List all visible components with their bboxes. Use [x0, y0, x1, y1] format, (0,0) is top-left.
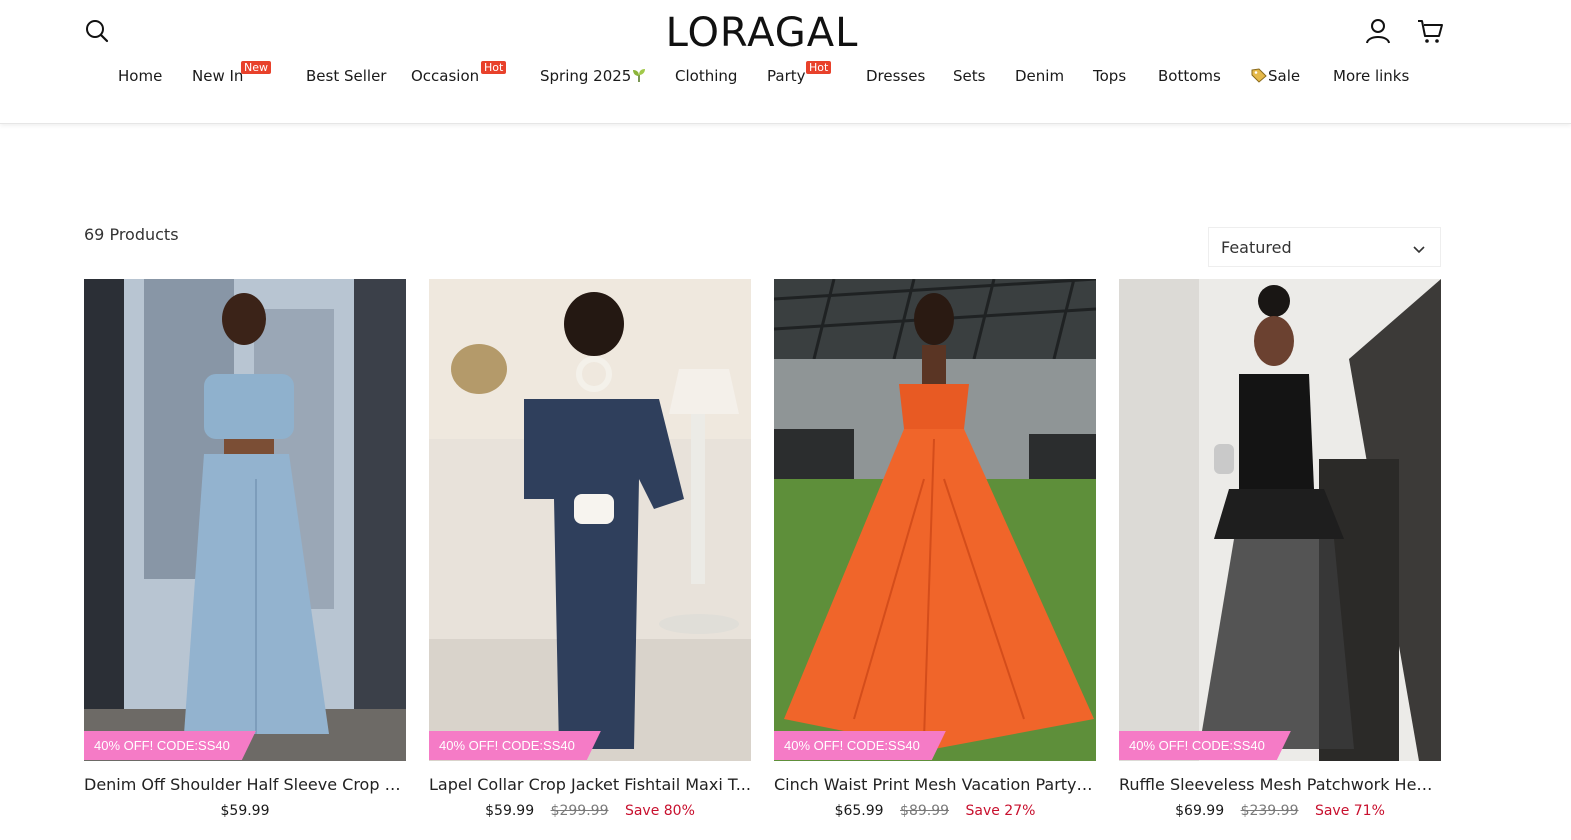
chevron-down-icon [1412, 241, 1426, 255]
product-card[interactable]: 40% OFF! CODE:SS40 Lapel Collar Crop Jac… [429, 279, 751, 840]
product-price-row: $69.99 $239.99 Save 71% [1119, 803, 1441, 819]
user-icon[interactable] [1364, 17, 1392, 45]
nav-item-occasion[interactable]: Occasion Hot [411, 61, 507, 86]
nav-item-label: Denim [1015, 67, 1065, 85]
cart-icon[interactable] [1416, 17, 1444, 45]
product-save: Save 71% [1314, 803, 1385, 819]
nav-item-label: Party [767, 67, 806, 85]
product-title[interactable]: Cinch Waist Print Mesh Vacation Party ..… [774, 775, 1096, 794]
product-card[interactable]: 40% OFF! CODE:SS40 Ruffle Sleeveless Mes… [1119, 279, 1441, 840]
product-count: 69 Products [84, 225, 179, 244]
promo-badge: 40% OFF! CODE:SS40 [84, 731, 256, 760]
nav-item-label: Tops [1093, 67, 1127, 85]
product-save: Save 27% [965, 803, 1036, 819]
nav-item-dresses[interactable]: Dresses [866, 66, 925, 86]
nav-item-sets[interactable]: Sets [953, 66, 985, 86]
product-image[interactable]: 40% OFF! CODE:SS40 [84, 279, 406, 761]
nav-item-new-in[interactable]: New In New [192, 61, 271, 86]
nav-item-label: Bottoms [1158, 67, 1221, 85]
product-title[interactable]: Lapel Collar Crop Jacket Fishtail Maxi T… [429, 775, 751, 794]
nav-item-bottoms[interactable]: Bottoms [1158, 66, 1221, 86]
product-compare-price: $299.99 [550, 803, 609, 819]
product-save: Save 80% [624, 803, 695, 819]
product-price: $59.99 [220, 803, 270, 819]
product-compare-price: $89.99 [900, 803, 950, 819]
main-nav: Home New In New Best Seller Occasion Hot S… [0, 61, 1571, 90]
product-compare-price: $239.99 [1240, 803, 1299, 819]
product-title[interactable]: Ruffle Sleeveless Mesh Patchwork Hem ... [1119, 775, 1441, 794]
product-title[interactable]: Denim Off Shoulder Half Sleeve Crop T... [84, 775, 406, 794]
product-image[interactable]: 40% OFF! CODE:SS40 [429, 279, 751, 761]
nav-item-sale[interactable]: Sale [1250, 66, 1300, 86]
sprout-icon [631, 69, 647, 85]
product-price-row: $65.99 $89.99 Save 27% [774, 803, 1096, 819]
search-icon[interactable] [84, 18, 110, 44]
nav-item-label: Occasion [411, 67, 480, 85]
nav-item-label: Spring 2025 [540, 67, 632, 85]
new-badge: New [241, 61, 271, 74]
nav-item-party[interactable]: Party Hot [767, 61, 832, 86]
tag-icon [1250, 67, 1268, 85]
nav-item-clothing[interactable]: Clothing [675, 66, 737, 86]
promo-badge: 40% OFF! CODE:SS40 [1119, 731, 1291, 760]
nav-item-label: Sale [1268, 67, 1301, 85]
product-price: $69.99 [1175, 803, 1225, 819]
nav-item-label: Best Seller [306, 67, 387, 85]
hot-badge: Hot [481, 61, 507, 74]
nav-item-label: Clothing [675, 67, 738, 85]
product-price-row: $59.99 [84, 803, 406, 819]
nav-item-label: New In [192, 67, 244, 85]
nav-item-tops[interactable]: Tops [1093, 66, 1126, 86]
product-price: $65.99 [834, 803, 884, 819]
nav-item-best-seller[interactable]: Best Seller [306, 66, 386, 86]
nav-item-denim[interactable]: Denim [1015, 66, 1064, 86]
sort-selected-value: Featured [1221, 238, 1292, 257]
product-image[interactable]: 40% OFF! CODE:SS40 [1119, 279, 1441, 761]
product-price-row: $59.99 $299.99 Save 80% [429, 803, 751, 819]
product-image[interactable]: 40% OFF! CODE:SS40 [774, 279, 1096, 761]
nav-item-spring-2025[interactable]: Spring 2025 [540, 66, 647, 88]
nav-item-more-links[interactable]: More links [1333, 66, 1409, 86]
nav-item-label: Dresses [866, 67, 926, 85]
hot-badge: Hot [806, 61, 832, 74]
sort-select[interactable]: Featured [1208, 227, 1441, 267]
product-card[interactable]: 40% OFF! CODE:SS40 Denim Off Shoulder Ha… [84, 279, 406, 840]
promo-badge: 40% OFF! CODE:SS40 [774, 731, 946, 760]
product-price: $59.99 [485, 803, 535, 819]
site-header: LORAGAL Home New In New Best Seller Occas… [0, 0, 1571, 124]
nav-item-label: Home [118, 67, 163, 85]
product-card[interactable]: 40% OFF! CODE:SS40 Cinch Waist Print Mes… [774, 279, 1096, 840]
promo-badge: 40% OFF! CODE:SS40 [429, 731, 601, 760]
nav-item-label: More links [1333, 67, 1410, 85]
site-logo[interactable]: LORAGAL [661, 10, 863, 56]
nav-item-label: Sets [953, 67, 986, 85]
nav-item-home[interactable]: Home [118, 66, 162, 86]
